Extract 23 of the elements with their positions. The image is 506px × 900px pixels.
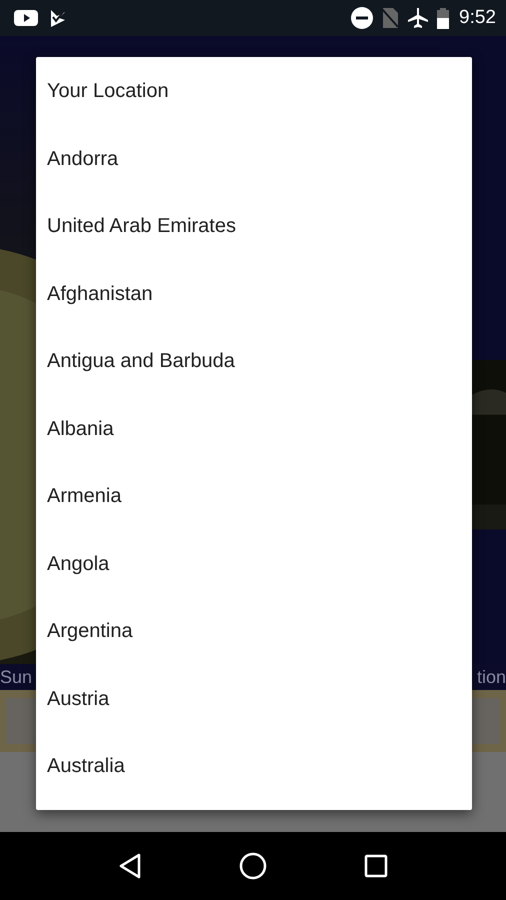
back-icon[interactable]: [118, 853, 142, 879]
list-item[interactable]: United Arab Emirates: [36, 193, 472, 260]
list-item[interactable]: Angola: [36, 530, 472, 598]
airplane-icon: [407, 7, 430, 29]
caption-text: Sun: [0, 666, 32, 688]
home-icon[interactable]: [238, 852, 267, 880]
list-item[interactable]: Argentina: [36, 598, 472, 666]
no-sim-icon: [381, 7, 400, 29]
list-item[interactable]: Austria: [36, 666, 472, 733]
list-item[interactable]: Antigua and Barbuda: [36, 328, 472, 396]
list-item[interactable]: Australia: [36, 733, 472, 800]
list-item[interactable]: Afghanistan: [36, 260, 472, 328]
check-flag-icon: [48, 8, 68, 28]
list-item[interactable]: Armenia: [36, 463, 472, 530]
list-item[interactable]: Your Location: [36, 58, 472, 126]
list-item[interactable]: Andorra: [36, 126, 472, 193]
recents-icon[interactable]: [364, 854, 388, 878]
do-not-disturb-icon: [351, 7, 374, 29]
clock-time: 9:52: [459, 7, 496, 29]
list-item[interactable]: Albania: [36, 396, 472, 463]
battery-icon: [437, 7, 450, 29]
play-icon: [14, 9, 38, 27]
caption-text: tion: [476, 666, 506, 688]
